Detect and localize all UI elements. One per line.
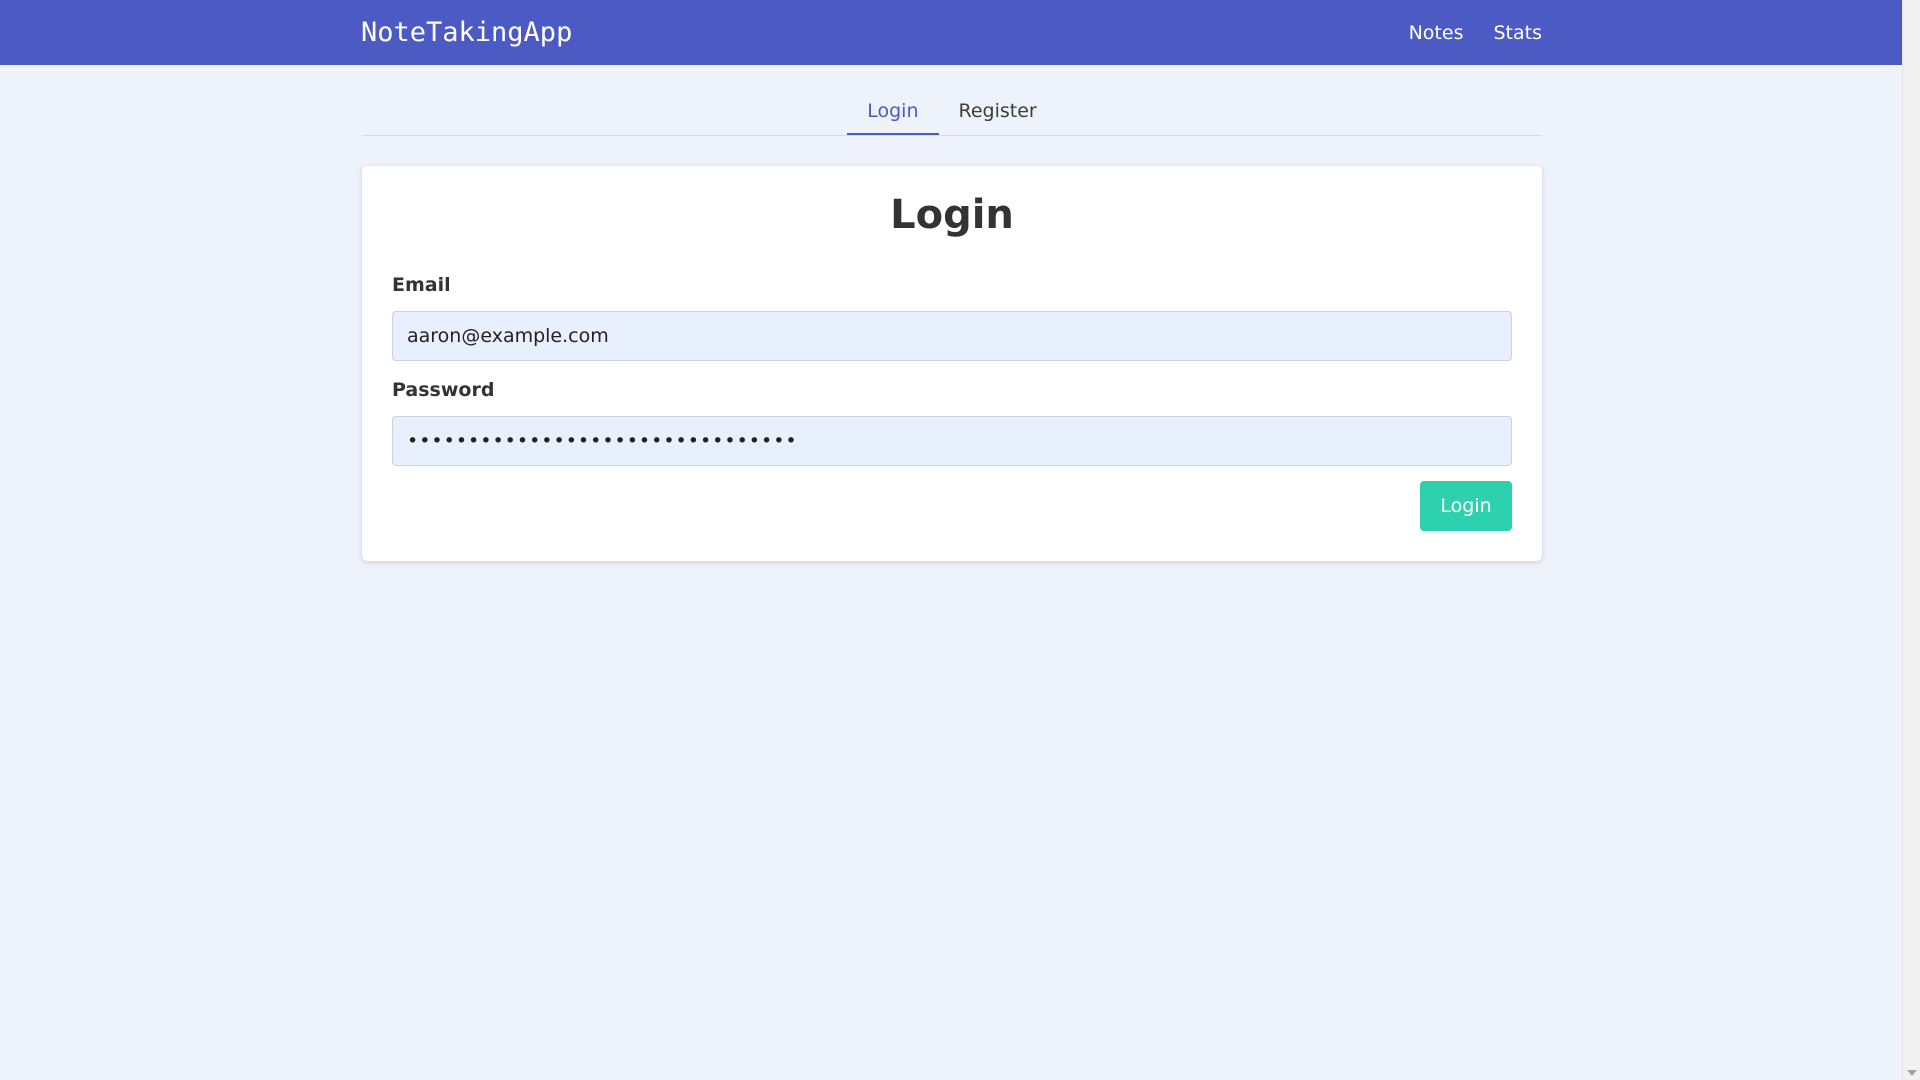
tab-login[interactable]: Login <box>847 92 939 135</box>
brand-logo[interactable]: NoteTakingApp <box>361 0 572 65</box>
login-button[interactable]: Login <box>1420 481 1512 531</box>
email-field[interactable] <box>392 311 1512 361</box>
password-field[interactable] <box>392 416 1512 466</box>
scroll-down-arrow-icon[interactable] <box>1907 1070 1917 1076</box>
password-label: Password <box>392 379 495 401</box>
nav-link-notes[interactable]: Notes <box>1409 22 1464 44</box>
page: NoteTakingApp Notes Stats Login Register… <box>0 0 1902 1080</box>
form-title: Login <box>890 192 1014 238</box>
nav-link-stats[interactable]: Stats <box>1493 22 1542 44</box>
nav-links: Notes Stats <box>1379 0 1542 65</box>
auth-tabs: Login Register <box>362 92 1542 136</box>
login-card: Login Email Password Login <box>362 166 1542 561</box>
email-label: Email <box>392 274 451 296</box>
tab-register[interactable]: Register <box>939 92 1057 135</box>
navbar: NoteTakingApp Notes Stats <box>0 0 1902 65</box>
vertical-scrollbar[interactable] <box>1902 0 1920 1080</box>
